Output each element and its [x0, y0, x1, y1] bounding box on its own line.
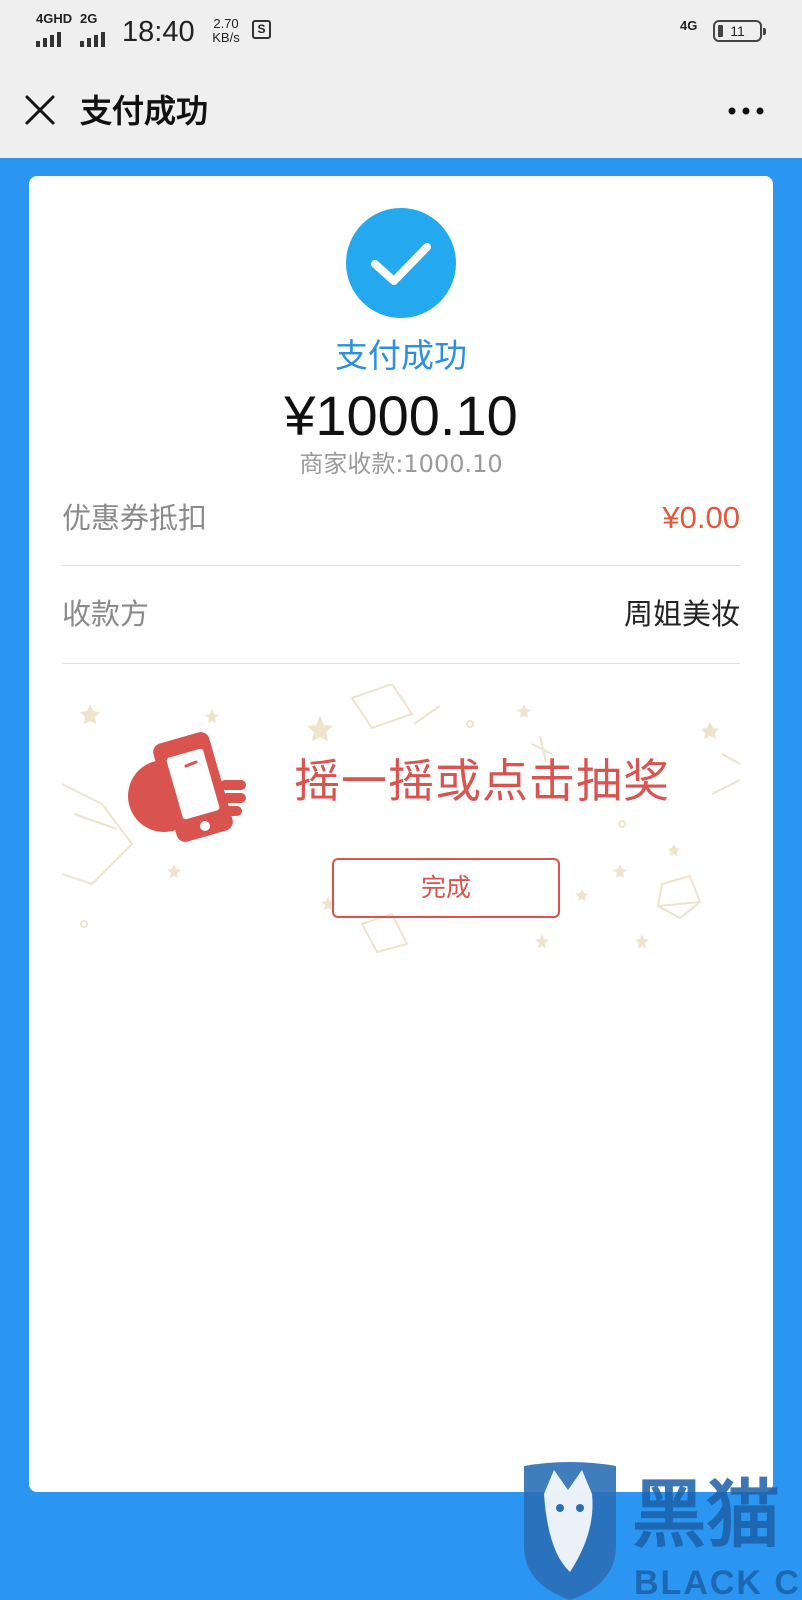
battery-icon: 11 — [713, 20, 766, 42]
coupon-label: 优惠券抵扣 — [62, 501, 208, 535]
shake-phone-icon — [128, 732, 246, 842]
network-label-1: 4GHD — [36, 11, 73, 26]
coupon-row: 优惠券抵扣 ¥0.00 — [62, 494, 740, 542]
close-icon[interactable] — [22, 92, 58, 128]
divider — [62, 663, 740, 664]
signal-bars-icon — [80, 32, 105, 47]
watermark-cn: 黑猫 — [632, 1472, 780, 1558]
payment-status-text: 支付成功 — [335, 336, 467, 375]
lottery-banner[interactable]: 摇一摇或点击抽奖 完成 — [62, 684, 740, 974]
done-button[interactable]: 完成 — [332, 858, 560, 918]
clock: 18:40 — [122, 16, 195, 48]
title-bar: 支付成功 — [0, 64, 802, 158]
payee-value: 周姐美妆 — [623, 597, 740, 631]
merchant-received-amount: 商家收款:1000.10 — [299, 450, 503, 478]
s-app-icon: S — [252, 20, 271, 39]
divider — [62, 565, 740, 566]
signal-bars-icon — [36, 32, 61, 47]
status-bar: 4GHD 2G 18:40 2.70 KB/s S 4G 11 — [0, 0, 802, 64]
payment-amount: ¥1000.10 — [284, 384, 518, 447]
black-cat-watermark-logo: 黑猫 BLACK CAT — [524, 1462, 802, 1600]
payment-result-card: 支付成功 ¥1000.10 商家收款:1000.10 优惠券抵扣 ¥0.00 收… — [29, 176, 773, 1492]
page-title: 支付成功 — [80, 92, 209, 130]
watermark-en: BLACK CAT — [634, 1564, 802, 1600]
more-icon[interactable] — [726, 104, 766, 118]
payee-row: 收款方 周姐美妆 — [62, 590, 740, 638]
battery-level: 11 — [730, 23, 745, 39]
network-speed: 2.70 KB/s — [208, 17, 244, 45]
speed-unit: KB/s — [212, 30, 240, 45]
coupon-value: ¥0.00 — [662, 500, 740, 535]
network-label-3: 4G — [680, 18, 698, 33]
lottery-prompt: 摇一摇或点击抽奖 — [294, 754, 670, 808]
check-circle-icon — [346, 208, 456, 318]
payee-label: 收款方 — [62, 597, 150, 631]
speed-value: 2.70 — [213, 16, 239, 31]
network-label-2: 2G — [80, 11, 98, 26]
